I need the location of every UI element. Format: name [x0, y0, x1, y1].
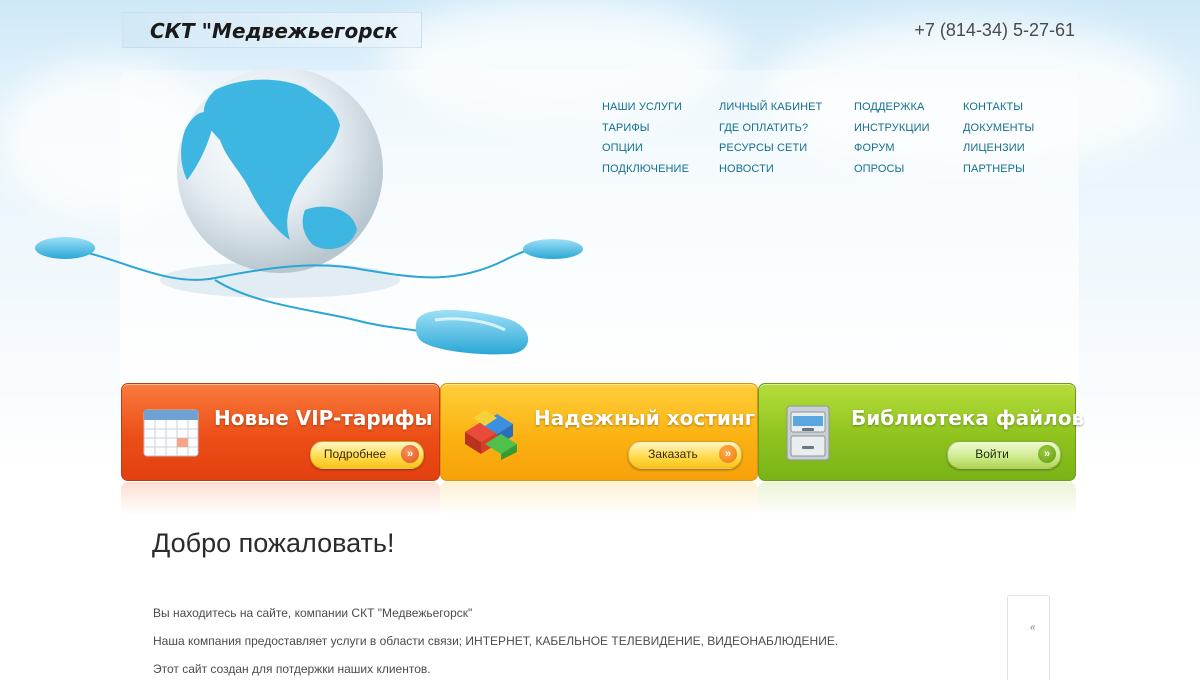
page-title: Добро пожаловать!: [152, 528, 395, 558]
nav-link-instructions[interactable]: ИНСТРУКЦИИ: [854, 118, 930, 139]
banner-vip-tariffs[interactable]: Новые VIP-тарифы Подробнее »: [121, 383, 440, 481]
order-button[interactable]: Заказать »: [628, 441, 742, 469]
nav-column-1: НАШИ УСЛУГИ ТАРИФЫ ОПЦИИ ПОДКЛЮЧЕНИЕ: [602, 97, 689, 180]
nav-link-payment[interactable]: ГДЕ ОПЛАТИТЬ?: [719, 118, 822, 139]
nav-link-support[interactable]: ПОДДЕРЖКА: [854, 97, 930, 118]
nav-link-news[interactable]: НОВОСТИ: [719, 159, 822, 180]
calendar-icon: [143, 409, 199, 457]
nav-column-3: ПОДДЕРЖКА ИНСТРУКЦИИ ФОРУМ ОПРОСЫ: [854, 97, 930, 180]
double-chevron-right-icon: »: [401, 445, 419, 463]
logo-text: СКТ "Медвежьегорск: [150, 19, 398, 43]
nav-link-resources[interactable]: РЕСУРСЫ СЕТИ: [719, 138, 822, 159]
nav-link-forum[interactable]: ФОРУМ: [854, 138, 930, 159]
button-label: Заказать: [648, 447, 698, 461]
nav-link-partners[interactable]: ПАРТНЕРЫ: [963, 159, 1034, 180]
banner-reflection: [440, 482, 758, 516]
nav-link-options[interactable]: ОПЦИИ: [602, 138, 689, 159]
nav-link-documents[interactable]: ДОКУМЕНТЫ: [963, 118, 1034, 139]
banner-title: Новые VIP-тарифы: [214, 406, 433, 430]
nav-link-connection[interactable]: ПОДКЛЮЧЕНИЕ: [602, 159, 689, 180]
double-chevron-right-icon: »: [1038, 445, 1056, 463]
banner-title: Библиотека файлов: [851, 406, 1085, 430]
intro-paragraph: Вы находитесь на сайте, компании СКТ "Ме…: [153, 606, 473, 620]
more-button[interactable]: Подробнее »: [310, 441, 424, 469]
banner-reflection: [121, 482, 440, 516]
puzzle-cubes-icon: [465, 410, 517, 460]
side-widget-box: «: [1007, 595, 1050, 680]
phone-number: +7 (814-34) 5-27-61: [914, 20, 1075, 40]
nav-link-account[interactable]: ЛИЧНЫЙ КАБИНЕТ: [719, 97, 822, 118]
button-label: Войти: [975, 447, 1009, 461]
quote-mark: «: [1030, 622, 1036, 633]
nav-link-contacts[interactable]: КОНТАКТЫ: [963, 97, 1034, 118]
nav-link-polls[interactable]: ОПРОСЫ: [854, 159, 930, 180]
site-logo[interactable]: СКТ "Медвежьегорск: [122, 12, 422, 48]
button-label: Подробнее: [323, 447, 387, 461]
enter-button[interactable]: Войти »: [947, 441, 1061, 469]
nav-column-2: ЛИЧНЫЙ КАБИНЕТ ГДЕ ОПЛАТИТЬ? РЕСУРСЫ СЕТ…: [719, 97, 822, 180]
banner-file-library[interactable]: Библиотека файлов Войти »: [758, 383, 1084, 481]
banner-title: Надежный хостинг: [534, 406, 756, 430]
banner-reflection: [758, 482, 1076, 516]
nav-link-licenses[interactable]: ЛИЦЕНЗИИ: [963, 138, 1034, 159]
services-paragraph: Наша компания предоставляет услуги в обл…: [153, 634, 839, 648]
nav-column-4: КОНТАКТЫ ДОКУМЕНТЫ ЛИЦЕНЗИИ ПАРТНЕРЫ: [963, 97, 1034, 180]
double-chevron-right-icon: »: [719, 445, 737, 463]
nav-link-tariffs[interactable]: ТАРИФЫ: [602, 118, 689, 139]
nav-link-services[interactable]: НАШИ УСЛУГИ: [602, 97, 689, 118]
banner-hosting[interactable]: Надежный хостинг Заказать »: [440, 383, 758, 481]
file-cabinet-icon: [786, 405, 830, 461]
purpose-paragraph: Этот сайт создан для потдержки наших кли…: [153, 662, 431, 676]
globe-network-illustration: [35, 70, 583, 355]
